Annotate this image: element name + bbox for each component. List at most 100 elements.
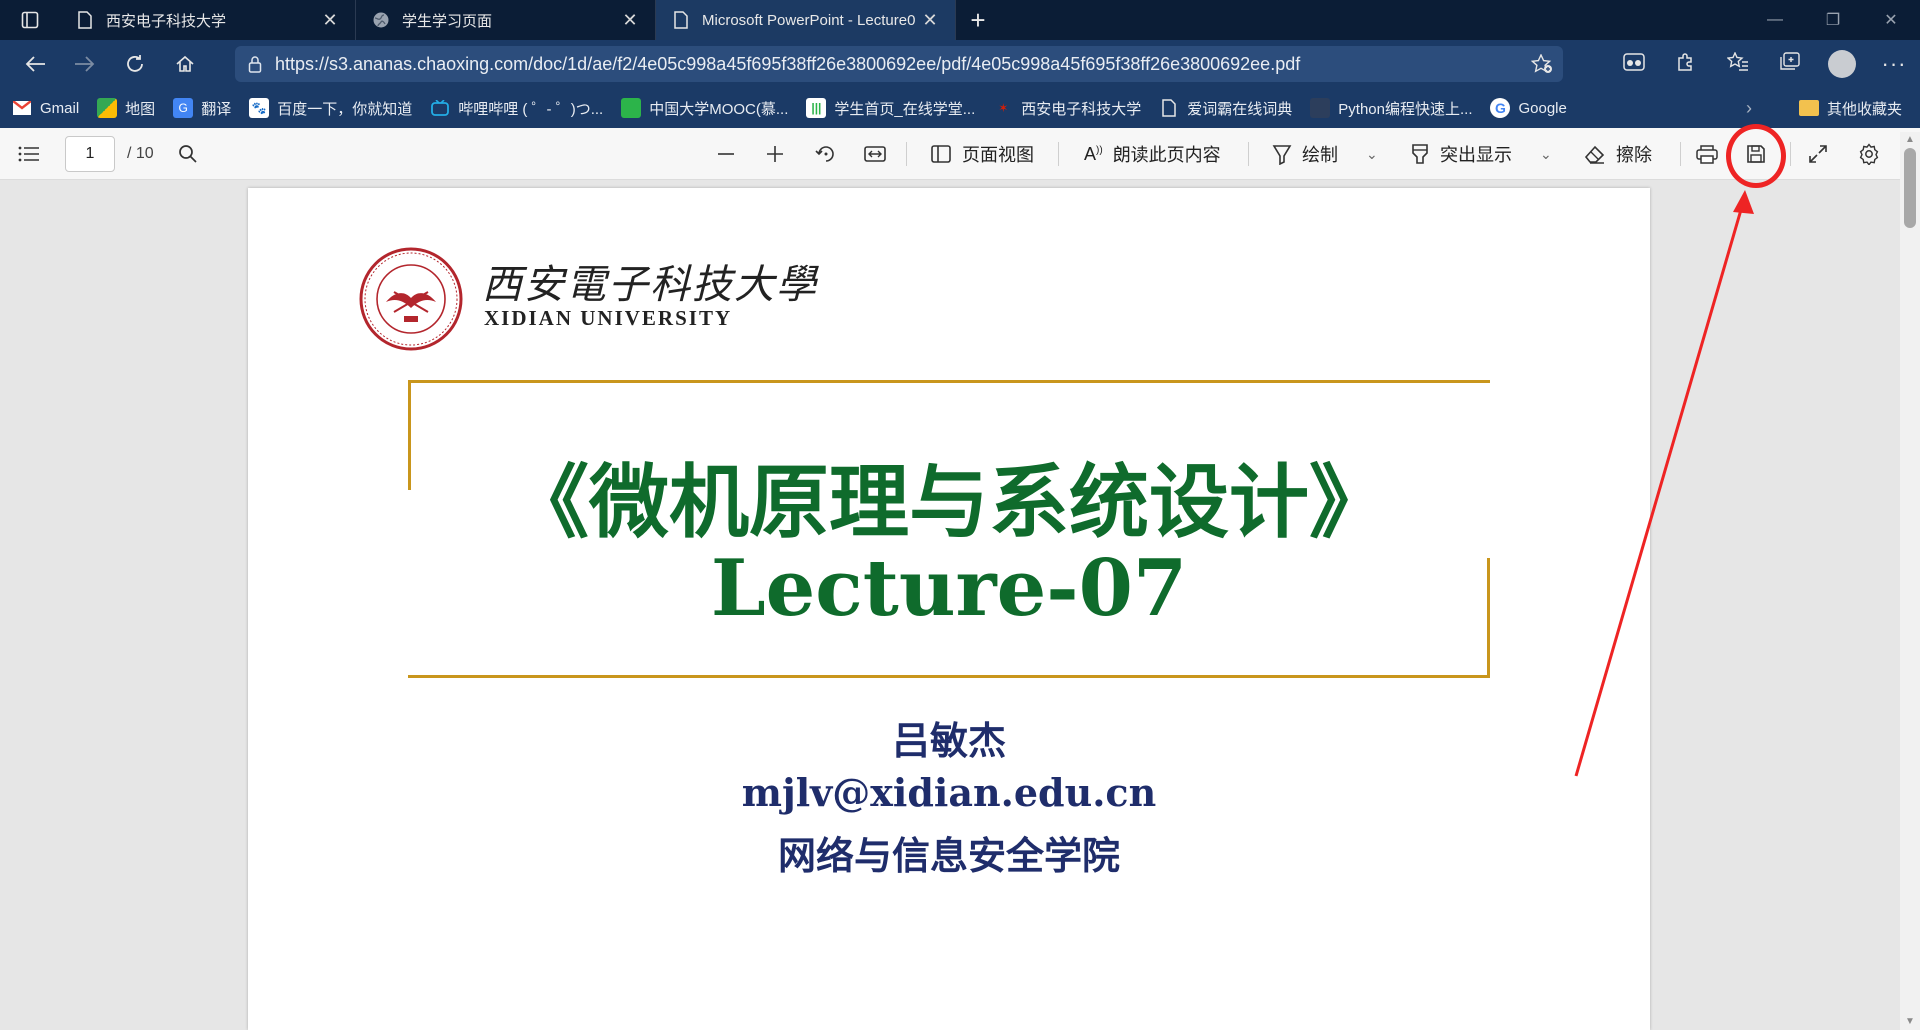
table-of-contents-button[interactable] [18, 128, 40, 180]
pdf-settings-button[interactable] [1858, 128, 1880, 180]
bookmark-iciba[interactable]: 爱词霸在线词典 [1159, 98, 1292, 119]
tab-student-study[interactable]: 学生学习页面 ✕ [356, 0, 656, 40]
rotate-button[interactable] [815, 128, 837, 180]
bookmark-bilibili[interactable]: 哔哩哔哩 ( ゜- ゜)つ... [430, 98, 603, 119]
new-tab-button[interactable]: + [956, 0, 1000, 40]
puzzle-icon [1676, 52, 1696, 77]
address-bar[interactable]: https://s3.ananas.chaoxing.com/doc/1d/ae… [235, 46, 1563, 82]
page-number-input[interactable]: 1 [65, 136, 115, 172]
scroll-up-arrow-icon[interactable]: ▲ [1903, 134, 1917, 146]
page-icon [74, 9, 96, 31]
home-button[interactable] [160, 40, 210, 88]
bookmarks-overflow-chevron-icon[interactable]: › [1746, 88, 1752, 128]
tab-xidian[interactable]: 西安电子科技大学 ✕ [60, 0, 356, 40]
url-text[interactable]: https://s3.ananas.chaoxing.com/doc/1d/ae… [275, 54, 1521, 75]
restore-icon: ❐ [1825, 12, 1841, 29]
collections-button[interactable] [1764, 40, 1816, 88]
settings-more-button[interactable]: ··· [1868, 40, 1920, 88]
tab-powerpoint[interactable]: Microsoft PowerPoint - Lecture0 ✕ [656, 0, 956, 40]
university-seal-logo [359, 247, 463, 351]
maps-icon [97, 98, 118, 118]
refresh-button[interactable] [110, 40, 160, 88]
bookmark-google[interactable]: G Google [1490, 98, 1567, 118]
tab-title: 学生学习页面 [402, 12, 493, 30]
bookmark-label: Python编程快速上... [1338, 100, 1473, 118]
favorites-list-icon [1726, 50, 1749, 77]
gear-icon [1859, 143, 1879, 165]
read-aloud-button[interactable]: A)) 朗读此页内容 [1084, 128, 1221, 180]
baidu-icon: 🐾 [249, 98, 270, 118]
search-icon [179, 145, 197, 163]
eraser-icon [1584, 145, 1605, 164]
minimize-button[interactable]: — [1746, 0, 1804, 40]
globe-icon [370, 9, 392, 31]
add-favorite-icon[interactable] [1521, 54, 1563, 74]
bookmark-python[interactable]: Python编程快速上... [1310, 98, 1472, 119]
forward-button[interactable] [60, 40, 110, 88]
plus-icon [767, 146, 783, 162]
highlight-button[interactable]: 突出显示 [1410, 128, 1512, 180]
highlighter-icon [1412, 144, 1428, 164]
bookmark-baidu[interactable]: 🐾 百度一下，你就知道 [249, 98, 412, 119]
university-name-cn: 西安電子科技大學 [482, 262, 818, 308]
print-button[interactable] [1696, 128, 1718, 180]
page-view-icon [931, 145, 951, 163]
home-icon [176, 55, 194, 72]
expand-icon [1809, 145, 1827, 163]
extension-reader-button[interactable] [1608, 40, 1660, 88]
author-email: mjlv@xidian.edu.cn [741, 770, 1157, 815]
zoom-out-button[interactable] [716, 128, 736, 180]
tab-title: 西安电子科技大学 [106, 12, 227, 30]
page-view-label: 页面视图 [962, 145, 1034, 165]
other-favorites-folder[interactable]: 其他收藏夹 [1798, 88, 1902, 128]
bookmark-maps[interactable]: 地图 [97, 98, 155, 119]
toolbar-divider [906, 142, 907, 166]
bookmark-label: 地图 [125, 100, 156, 118]
xuetang-icon: ||| [806, 98, 827, 118]
page-view-button[interactable]: 页面视图 [930, 128, 1034, 180]
bookmark-label: Gmail [40, 99, 80, 117]
close-icon: ✕ [1884, 12, 1898, 29]
lock-icon[interactable] [235, 55, 275, 73]
zoom-in-button[interactable] [765, 128, 785, 180]
full-screen-button[interactable] [1808, 128, 1828, 180]
restore-button[interactable]: ❐ [1804, 0, 1862, 40]
folder-icon [1798, 100, 1819, 116]
translate-icon: G [173, 98, 194, 118]
more-icon: ··· [1881, 51, 1907, 76]
close-icon[interactable]: ✕ [919, 9, 941, 31]
toolbar-divider [1680, 142, 1681, 166]
fit-to-width-button[interactable] [864, 128, 886, 180]
scrollbar-thumb[interactable] [1904, 148, 1916, 228]
tab-strip: 西安电子科技大学 ✕ 学生学习页面 ✕ Microsoft PowerPoint… [0, 0, 1920, 40]
favorites-button[interactable] [1712, 40, 1764, 88]
chevron-down-icon: ⌄ [1540, 145, 1552, 162]
erase-label: 擦除 [1616, 145, 1652, 165]
page-total: / 10 [127, 145, 154, 162]
close-icon[interactable]: ✕ [319, 9, 341, 31]
bookmark-gmail[interactable]: Gmail [12, 98, 79, 118]
draw-options-dropdown[interactable]: ⌄ [1366, 128, 1378, 180]
close-icon[interactable]: ✕ [619, 9, 641, 31]
vertical-scrollbar[interactable]: ▲ ▼ [1900, 132, 1920, 1030]
other-favorites-label: 其他收藏夹 [1826, 100, 1902, 118]
erase-button[interactable]: 擦除 [1584, 128, 1652, 180]
page-icon [1159, 98, 1179, 118]
browser-toolbar-right: ··· [1608, 40, 1920, 88]
find-button[interactable] [178, 128, 198, 180]
bookmark-xuetang[interactable]: ||| 学生首页_在线学堂... [806, 98, 975, 119]
scroll-down-arrow-icon[interactable]: ▼ [1903, 1016, 1917, 1028]
draw-pen-icon [1272, 145, 1292, 165]
close-window-button[interactable]: ✕ [1862, 0, 1920, 40]
tab-actions-button[interactable] [0, 0, 60, 40]
avatar [1828, 50, 1856, 78]
profile-button[interactable] [1816, 40, 1868, 88]
back-button[interactable] [10, 40, 60, 88]
bookmark-mooc[interactable]: 中国大学MOOC(慕... [621, 98, 788, 119]
bookmark-translate[interactable]: G 翻译 [173, 98, 231, 119]
bookmark-xidian[interactable]: ✶ 西安电子科技大学 [993, 98, 1141, 119]
extensions-button[interactable] [1660, 40, 1712, 88]
highlight-options-dropdown[interactable]: ⌄ [1540, 128, 1552, 180]
draw-button[interactable]: 绘制 [1272, 128, 1338, 180]
rotate-icon [815, 146, 834, 162]
